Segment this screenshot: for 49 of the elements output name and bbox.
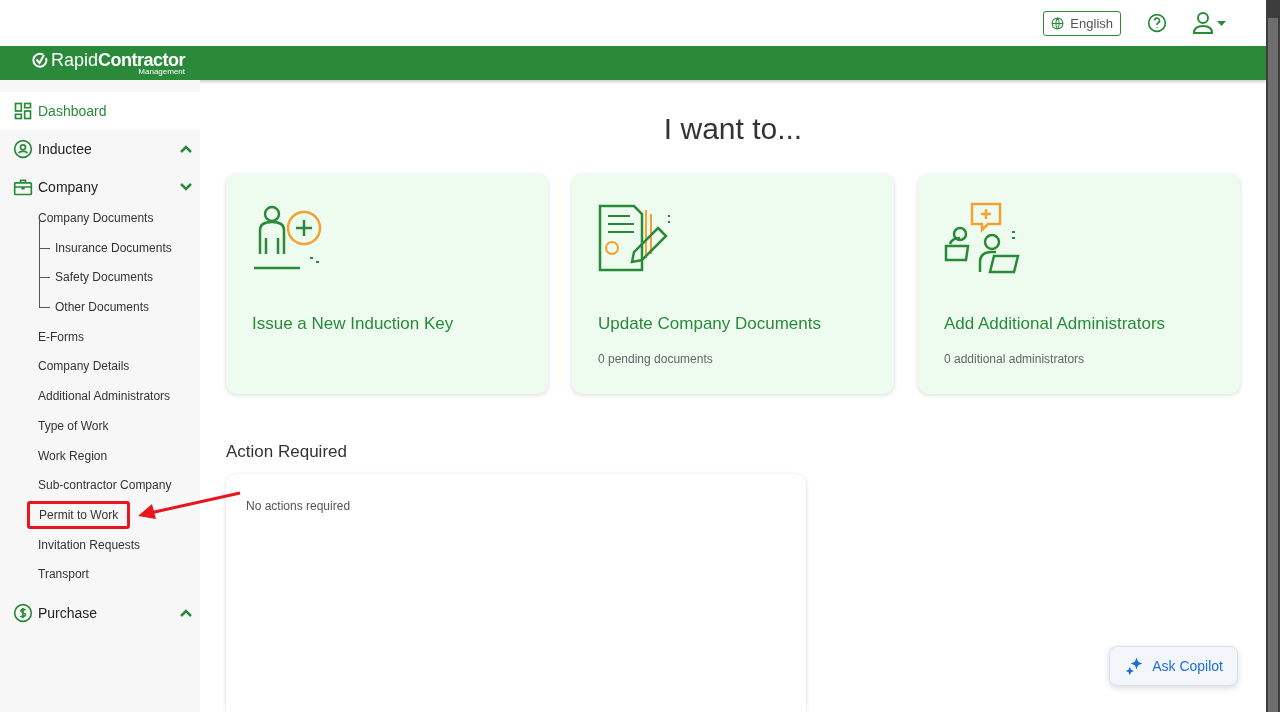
help-button[interactable] [1147,13,1167,33]
chevron-up-icon[interactable] [180,145,192,153]
nav-group[interactable]: Purchase [0,594,200,633]
nav-group[interactable]: Inductee [0,130,200,168]
action-card[interactable]: Update Company Documents 0 pending documents [572,174,894,394]
nav-link[interactable]: Invitation Requests [38,536,141,553]
check-circle-icon [32,51,48,68]
logo: RapidContractor Management [32,50,186,76]
action-card[interactable]: Add Additional Administrators 0 additional administrators [918,174,1240,394]
nav-link[interactable]: Insurance Documents [55,239,172,256]
tree-connector [39,278,50,309]
card-subtitle: 0 pending documents [598,352,714,366]
nav-link[interactable]: E-Forms [38,328,84,345]
caret-icon [1217,20,1226,26]
card-subtitle: 0 additional administrators [944,352,1086,366]
nav-group[interactable]: Company [0,168,200,206]
briefcase-icon [13,177,33,197]
card-title: Update Company Documents [598,314,822,334]
nav-link[interactable]: Type of Work [38,417,109,434]
nav-link[interactable]: Company Details [38,358,130,375]
nav-link[interactable]: Transport [38,566,89,583]
action-card[interactable]: Issue a New Induction Key [226,174,548,394]
nav-link[interactable]: Additional Administrators [38,388,171,405]
person-icon [13,139,33,159]
nav-item[interactable]: Dashboard [0,92,200,130]
highlighted-nav-link[interactable]: Permit to Work [27,500,131,529]
dollar-icon [13,603,33,624]
help-icon [1147,13,1167,33]
globe-icon [1051,16,1065,30]
language-button[interactable]: English [1043,10,1121,36]
sparkle-icon [1124,656,1145,676]
page-title: I want to... [662,112,804,146]
scrollbar[interactable] [1266,0,1280,712]
account-button[interactable] [1193,12,1226,34]
user-icon [1193,12,1213,34]
nav-link[interactable]: Other Documents [55,299,150,316]
nav-link[interactable]: Safety Documents [55,269,154,286]
nav-link[interactable]: Company Documents [38,210,154,226]
card-title: Issue a New Induction Key [252,314,455,334]
ask-copilot-button[interactable]: Ask Copilot [1109,646,1238,686]
nav-link[interactable]: Sub-contractor Company [38,477,172,494]
grid-icon [13,101,33,121]
section-heading: Action Required [226,442,348,462]
chevron-up-icon[interactable] [180,609,192,618]
card-title: Add Additional Administrators [944,314,1167,334]
tree-connector [39,248,50,279]
chevron-down-icon[interactable] [180,183,192,191]
nav-link[interactable]: Work Region [38,447,108,464]
empty-message: No actions required [246,499,351,513]
